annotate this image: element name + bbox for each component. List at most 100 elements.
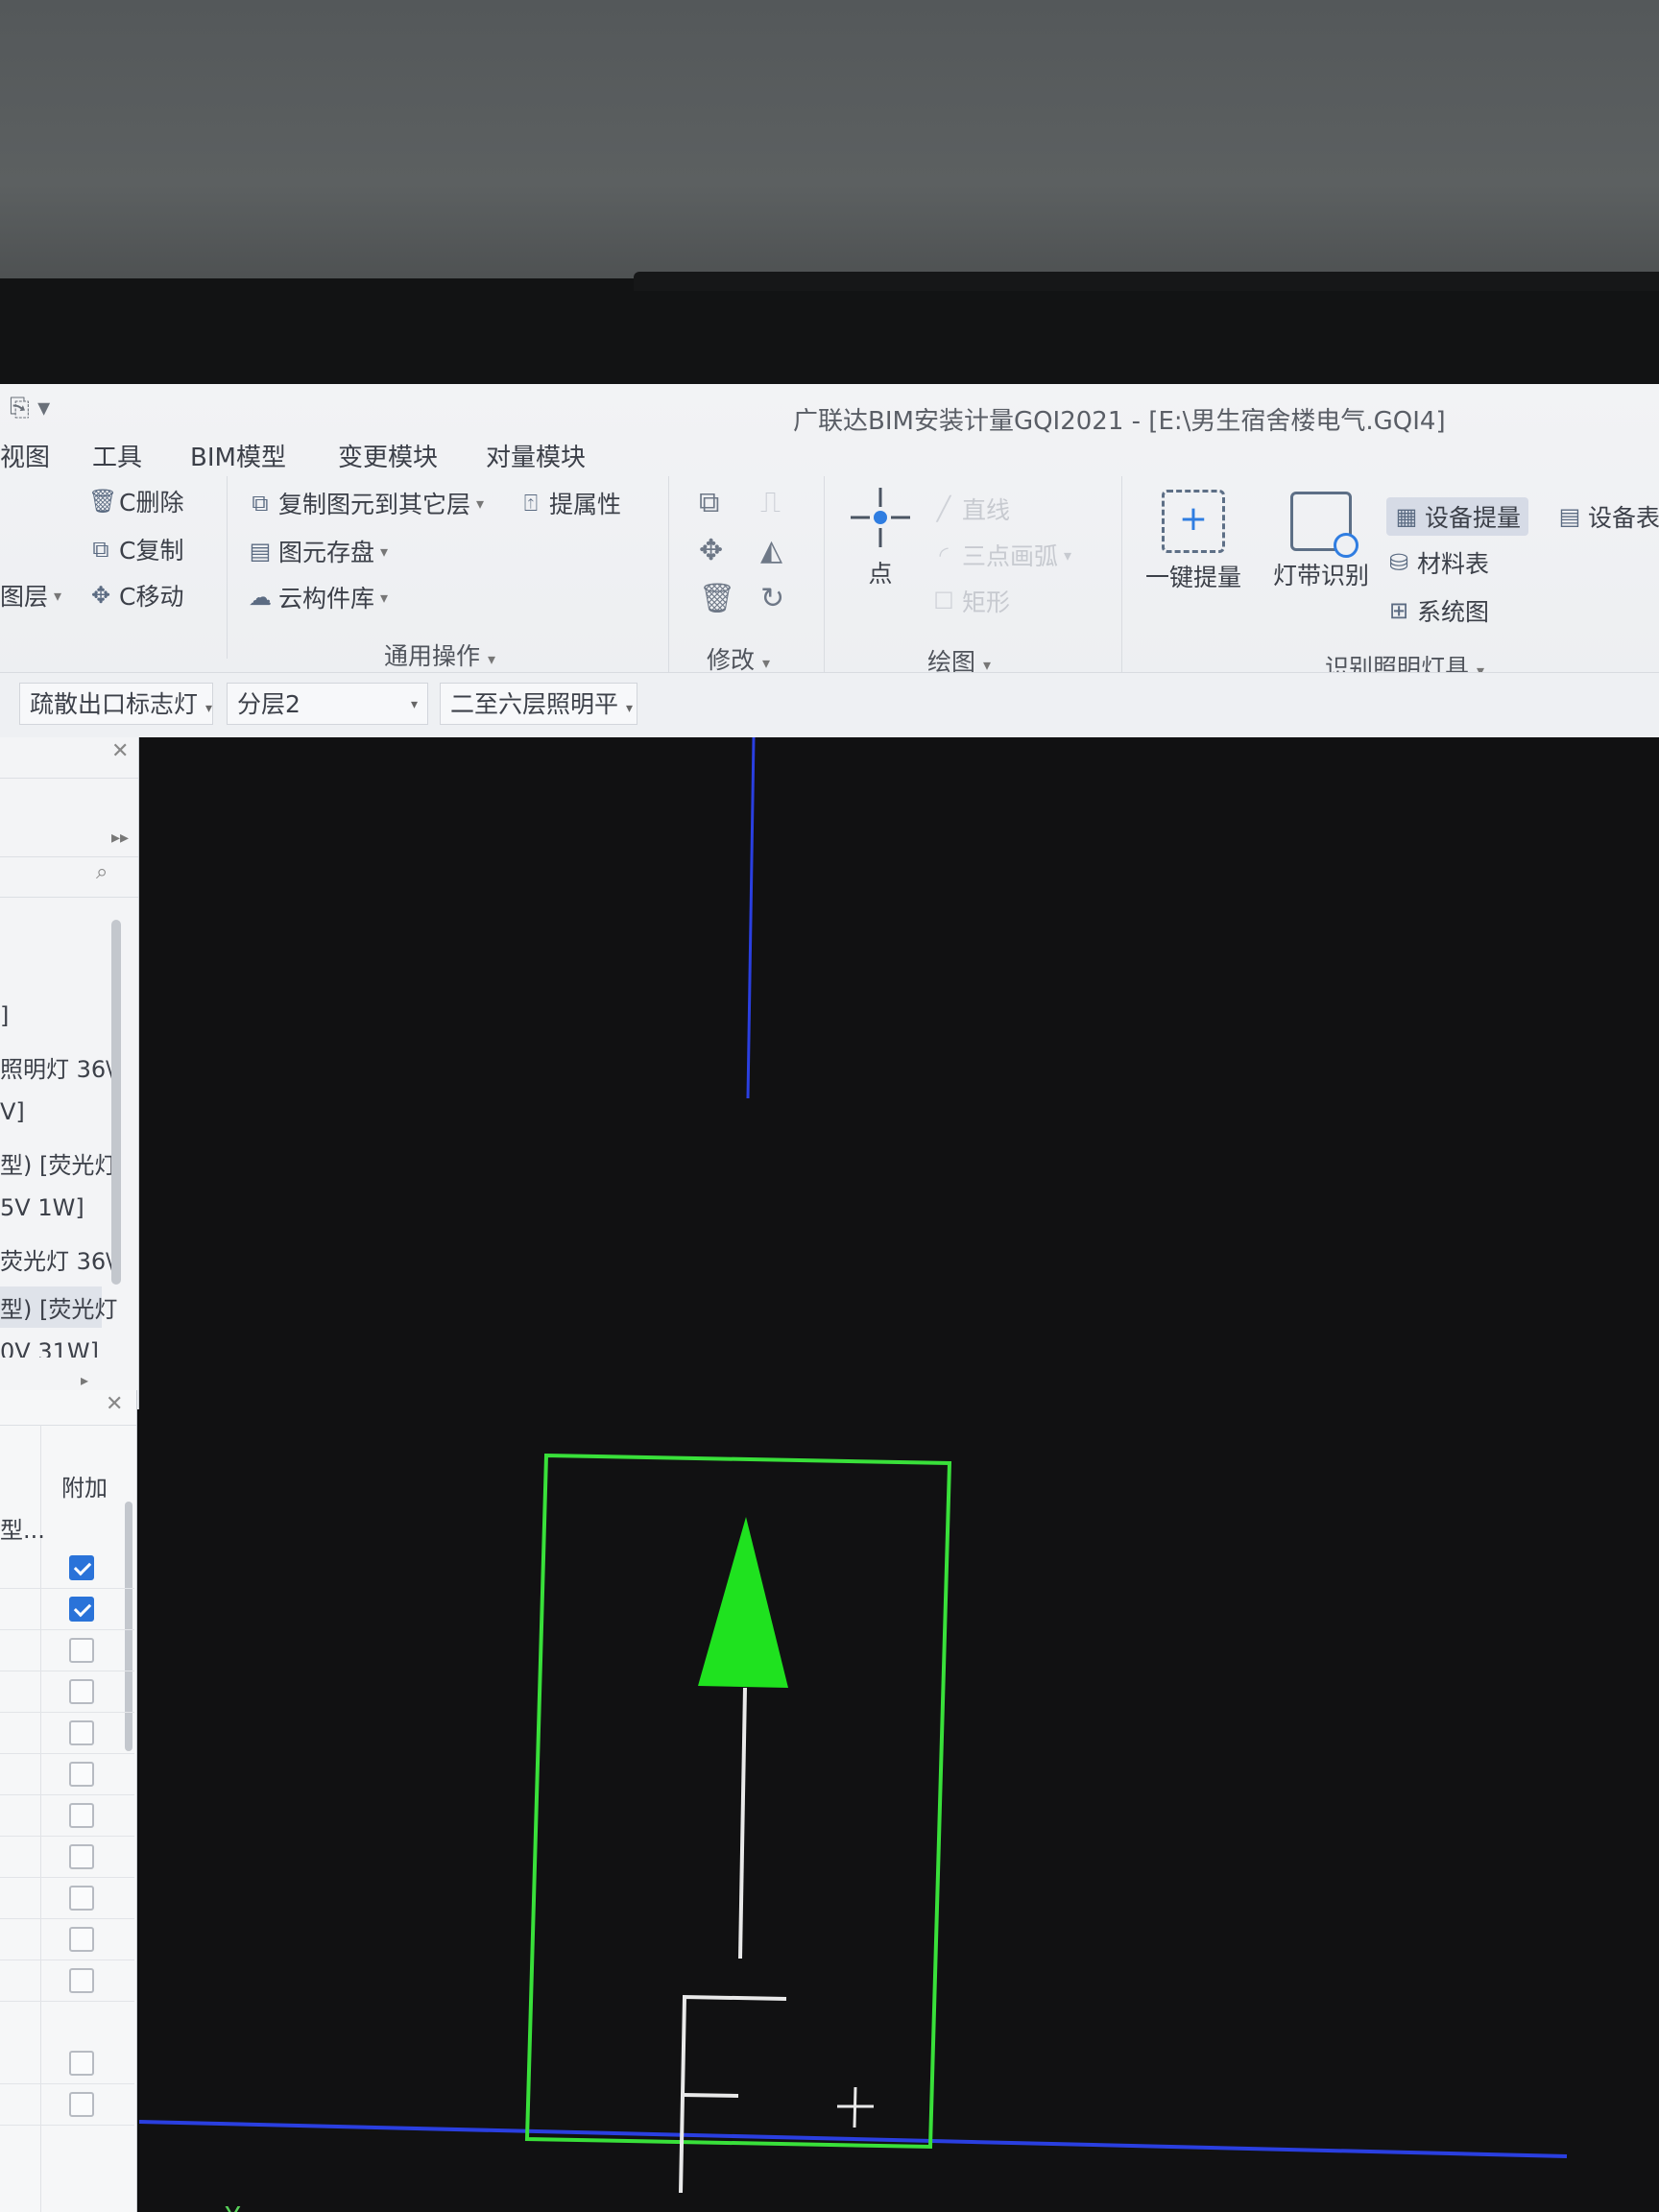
- layer-label: 图层: [0, 583, 49, 611]
- c-copy-label: C复制: [119, 537, 184, 565]
- row-divider: [0, 1712, 134, 1713]
- horizontal-axis-line: [138, 2120, 1568, 2158]
- scroll-right-icon[interactable]: ▸: [81, 1371, 88, 1389]
- close-icon[interactable]: ✕: [106, 1392, 123, 1416]
- component-type-select[interactable]: 疏散出口标志灯 ▾: [19, 683, 213, 725]
- system-diagram-button[interactable]: ⊞ 系统图: [1386, 593, 1489, 628]
- background-wall: [0, 0, 1659, 307]
- row-divider: [0, 1918, 134, 1919]
- list-item-selected[interactable]: 型) [荧光灯: [0, 1286, 117, 1328]
- scrollbar[interactable]: [111, 920, 121, 1285]
- exit-sign-symbol: [679, 1994, 787, 2194]
- visibility-checkbox[interactable]: [69, 1803, 94, 1828]
- visibility-checkbox[interactable]: [69, 1638, 94, 1663]
- search-icon[interactable]: ⌕: [96, 860, 108, 884]
- visibility-checkbox[interactable]: [69, 1927, 94, 1952]
- list-item[interactable]: 荧光灯 36\: [0, 1242, 113, 1276]
- divider: [0, 778, 138, 779]
- rotate-icon[interactable]: ↻: [760, 582, 784, 615]
- scrollbar[interactable]: [125, 1502, 132, 1751]
- menu-view[interactable]: 视图: [0, 438, 50, 473]
- ucs-y-axis-label: Y: [225, 2200, 241, 2212]
- visibility-checkbox[interactable]: [69, 1844, 94, 1869]
- chevron-down-icon: ▾: [380, 541, 389, 561]
- menu-bim-model[interactable]: BIM模型: [190, 438, 286, 473]
- row-divider: [0, 1794, 134, 1795]
- floor-layer-select[interactable]: 分层2 ▾: [227, 683, 428, 725]
- floor-range-select[interactable]: 二至六层照明平 ▾: [440, 683, 637, 725]
- extract-attr-label: 提属性: [549, 491, 622, 518]
- visibility-checkbox[interactable]: [69, 1968, 94, 1993]
- chevron-down-icon: ▾: [761, 654, 770, 672]
- save-element-button[interactable]: ▤ 图元存盘 ▾: [248, 534, 388, 568]
- material-table-button[interactable]: ⛁ 材料表: [1386, 545, 1489, 580]
- draw-arc-button[interactable]: ◜ 三点画弧 ▾: [931, 538, 1071, 572]
- visibility-checkbox[interactable]: [69, 1886, 94, 1911]
- c-move-button[interactable]: ✥ C移动: [88, 578, 184, 613]
- chevron-down-icon: ▾: [487, 650, 495, 668]
- move-icon[interactable]: ✥: [699, 534, 723, 567]
- mirror-disabled-icon[interactable]: ⎍: [760, 486, 781, 519]
- list-item[interactable]: 5V 1W]: [0, 1194, 84, 1221]
- copy-icon[interactable]: ⧉: [699, 486, 719, 519]
- delete-icon[interactable]: 🗑: [699, 582, 735, 615]
- trash-icon: 🗑: [88, 488, 118, 515]
- line-icon: ╱: [936, 495, 951, 522]
- row-divider: [0, 1629, 134, 1630]
- chevron-down-icon: ▾: [410, 697, 418, 712]
- one-click-extract-button[interactable]: + 一键提量: [1141, 490, 1246, 593]
- window-title: 广联达BIM安装计量GQI2021 - [E:\男生宿舍楼电气.GQI4]: [793, 407, 1446, 436]
- list-item[interactable]: 型) [荧光灯: [0, 1146, 117, 1180]
- menu-compare-module[interactable]: 对量模块: [486, 438, 586, 473]
- visibility-checkbox[interactable]: [69, 2092, 94, 2117]
- menu-tools[interactable]: 工具: [92, 438, 142, 473]
- system-diagram-icon: ⊞: [1388, 597, 1409, 624]
- list-item[interactable]: 照明灯 36\: [0, 1050, 113, 1084]
- list-item[interactable]: V]: [0, 1098, 25, 1125]
- draw-point-button[interactable]: 点: [845, 486, 916, 589]
- arc-icon: ◜: [939, 541, 949, 568]
- draw-rect-button[interactable]: ☐ 矩形: [931, 584, 1010, 618]
- expand-icon[interactable]: ▸▸: [111, 828, 129, 848]
- light-strip-recognize-label: 灯带识别: [1272, 562, 1369, 589]
- list-item[interactable]: 0V 31W]: [0, 1338, 99, 1358]
- row-divider: [0, 2125, 134, 2126]
- visibility-checkbox[interactable]: [69, 2051, 94, 2076]
- cloud-library-button[interactable]: ☁ 云构件库 ▾: [248, 580, 388, 614]
- menu-change-module[interactable]: 变更模块: [338, 438, 438, 473]
- direction-arrow-icon: [698, 1517, 788, 1688]
- row-divider: [0, 2001, 134, 2002]
- row-divider: [0, 1753, 134, 1754]
- drawing-canvas[interactable]: [138, 736, 1659, 2212]
- c-copy-button[interactable]: ⧉ C复制: [88, 532, 183, 566]
- visibility-checkbox[interactable]: [69, 1679, 94, 1704]
- point-crosshair-icon: [851, 488, 910, 547]
- visibility-checkbox[interactable]: [69, 1555, 94, 1580]
- device-extract-button[interactable]: ▦ 设备提量: [1386, 497, 1529, 536]
- list-item[interactable]: ]: [0, 1002, 9, 1029]
- save-element-icon: ▤: [249, 538, 272, 565]
- device-table-button[interactable]: ▤ 设备表: [1557, 499, 1659, 534]
- light-strip-recognize-button[interactable]: 灯带识别: [1263, 492, 1379, 591]
- group-general-ops[interactable]: 通用操作 ▾: [384, 637, 495, 672]
- row-label: 型...: [0, 1517, 45, 1544]
- visibility-checkbox[interactable]: [69, 1762, 94, 1787]
- divider: [0, 856, 138, 857]
- chevron-down-icon: ▾: [1064, 545, 1072, 565]
- floor-range-value: 二至六层照明平: [450, 690, 619, 718]
- extract-attr-button[interactable]: ⍐ 提属性: [518, 486, 621, 520]
- draw-line-button[interactable]: ╱ 直线: [931, 492, 1010, 526]
- close-icon[interactable]: ✕: [111, 739, 129, 763]
- cad-drawing: [138, 736, 1568, 2194]
- table-icon: ▤: [1558, 503, 1581, 530]
- visibility-checkbox[interactable]: [69, 1597, 94, 1622]
- cloud-library-label: 云构件库: [278, 585, 375, 613]
- layer-dropdown[interactable]: 图层 ▾: [0, 578, 61, 613]
- group-modify[interactable]: 修改 ▾: [707, 641, 770, 676]
- mirror-icon[interactable]: ◭: [760, 534, 782, 567]
- row-divider: [0, 2083, 134, 2084]
- visibility-checkbox[interactable]: [69, 1720, 94, 1745]
- quick-access-toolbar[interactable]: ⎘ ▾: [10, 394, 50, 423]
- copy-to-other-floor-button[interactable]: ⧉ 复制图元到其它层 ▾: [248, 486, 484, 520]
- c-delete-button[interactable]: 🗑 C删除: [88, 484, 183, 518]
